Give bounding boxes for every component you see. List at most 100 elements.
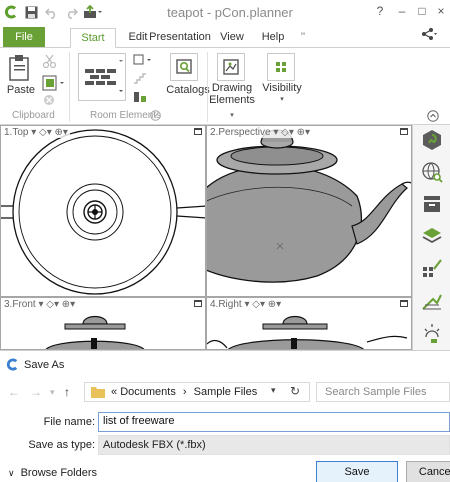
browse-folders-label: Browse Folders bbox=[20, 467, 98, 479]
tab-presentation[interactable]: Presentation bbox=[142, 28, 218, 48]
window-element-icon[interactable] bbox=[133, 54, 155, 69]
app-window: teapot - pCon.planner ? – □ × File Start… bbox=[0, 0, 450, 482]
share-icon[interactable] bbox=[418, 28, 440, 48]
viewport-top-name: 1.Top bbox=[4, 127, 29, 138]
file-name-field[interactable] bbox=[98, 412, 450, 432]
globe-search-icon[interactable] bbox=[421, 161, 443, 183]
dialog-navigation-bar: ← → ▾ ↑ « Documents › Sample Files ▾ ↻ bbox=[0, 379, 450, 405]
viewport-perspective-name: 2.Perspective bbox=[210, 127, 271, 138]
collapse-ribbon-icon[interactable] bbox=[427, 110, 439, 125]
redo-icon[interactable] bbox=[63, 4, 79, 20]
view-mode-icon[interactable]: ▾ ◇▾ ⊕▾ bbox=[38, 299, 75, 310]
title-bar: teapot - pCon.planner ? – □ × bbox=[0, 0, 450, 24]
visibility-button[interactable] bbox=[267, 53, 295, 81]
delete-icon[interactable] bbox=[42, 94, 56, 109]
folder-icon bbox=[91, 387, 105, 398]
export-icon[interactable] bbox=[82, 4, 104, 20]
stairs-icon[interactable] bbox=[133, 72, 147, 87]
address-bar[interactable]: « Documents › Sample Files ▾ ↻ bbox=[84, 382, 310, 402]
tab-view[interactable]: View bbox=[212, 28, 252, 48]
maximize-viewport-icon[interactable] bbox=[194, 128, 202, 135]
viewport-right-name: 4.Right bbox=[210, 299, 242, 310]
visibility-icon bbox=[276, 62, 286, 72]
dialog-title: Save As bbox=[24, 359, 65, 371]
cut-icon[interactable] bbox=[42, 54, 58, 71]
address-dropdown-icon[interactable]: ▾ bbox=[271, 385, 276, 396]
viewport-front[interactable]: 3.Front ▾ ◇▾ ⊕▾ bbox=[0, 297, 206, 350]
viewport-top[interactable]: 1.Top ▾ ◇▾ ⊕▾ bbox=[0, 125, 206, 297]
save-type-row: Save as type: Autodesk FBX (*.fbx) bbox=[0, 435, 450, 457]
layers-icon[interactable] bbox=[421, 225, 443, 247]
maximize-viewport-icon[interactable] bbox=[194, 300, 202, 307]
viewport-front-label: 3.Front ▾ ◇▾ ⊕▾ bbox=[4, 299, 78, 310]
tab-help[interactable]: Help bbox=[254, 28, 292, 48]
paste-label: Paste bbox=[6, 84, 36, 96]
maximize-viewport-icon[interactable] bbox=[400, 128, 408, 135]
help-button[interactable]: ? bbox=[372, 4, 388, 18]
wall-icon bbox=[85, 60, 123, 92]
view-mode-icon[interactable]: ▾ ◇▾ ⊕▾ bbox=[244, 299, 281, 310]
catalogs-button[interactable] bbox=[170, 53, 198, 81]
room-tools-icon[interactable] bbox=[133, 90, 147, 107]
save-type-label: Save as type: bbox=[28, 439, 95, 451]
recent-locations-icon[interactable]: ▾ bbox=[50, 387, 55, 398]
minimize-button[interactable]: – bbox=[394, 4, 410, 18]
sun-light-icon[interactable] bbox=[421, 321, 443, 343]
view-mode-icon[interactable]: ▾ ◇▾ ⊕▾ bbox=[273, 127, 310, 138]
teapot-perspective-drawing bbox=[207, 129, 411, 283]
viewport-right[interactable]: 4.Right ▾ ◇▾ ⊕▾ bbox=[206, 297, 412, 350]
paste-button[interactable] bbox=[8, 54, 32, 85]
save-button[interactable]: Save bbox=[316, 461, 398, 482]
right-toolbar bbox=[412, 125, 450, 350]
maximize-viewport-icon[interactable] bbox=[400, 300, 408, 307]
breadcrumb-sample-files[interactable]: Sample Files bbox=[194, 386, 258, 398]
search-input[interactable] bbox=[325, 386, 445, 398]
viewport-area: 1.Top ▾ ◇▾ ⊕▾ 2.Perspective ▾ ◇▾ ⊕▾ 3.Fr… bbox=[0, 125, 412, 350]
drawing-elements-label-line1: Drawing bbox=[211, 82, 253, 94]
viewport-right-label: 4.Right ▾ ◇▾ ⊕▾ bbox=[210, 299, 284, 310]
ribbon-panel: Paste Clipboard Room Elements Catalogs D… bbox=[0, 47, 450, 125]
material-editor-icon[interactable] bbox=[421, 257, 443, 279]
restore-button[interactable]: □ bbox=[414, 4, 430, 18]
dropdown-arrow-icon: ▾ bbox=[280, 96, 284, 103]
up-arrow-icon[interactable]: ↑ bbox=[64, 385, 70, 399]
dropdown-arrow-icon: ▾ bbox=[230, 112, 234, 119]
breadcrumb-documents[interactable]: Documents bbox=[120, 386, 176, 398]
cancel-button[interactable]: Cancel bbox=[406, 461, 450, 482]
teapot-top-drawing bbox=[1, 129, 205, 295]
undo-icon[interactable] bbox=[43, 4, 59, 20]
save-type-value: Autodesk FBX (*.fbx) bbox=[103, 439, 206, 451]
drawing-elements-label-line2: Elements bbox=[209, 94, 255, 106]
tab-overflow[interactable]: '' bbox=[296, 28, 310, 48]
tab-start[interactable]: Start bbox=[70, 28, 116, 48]
viewport-perspective-label: 2.Perspective ▾ ◇▾ ⊕▾ bbox=[210, 127, 313, 138]
viewport-top-label: 1.Top ▾ ◇▾ ⊕▾ bbox=[4, 127, 70, 138]
save-type-select[interactable]: Autodesk FBX (*.fbx) bbox=[98, 435, 450, 455]
window-title: teapot - pCon.planner bbox=[167, 5, 293, 20]
ribbon-tabs: File Start Edit Presentation View Help '… bbox=[0, 24, 450, 48]
chevron-down-icon: ∨ bbox=[8, 468, 15, 478]
room-elements-launcher-icon[interactable] bbox=[150, 110, 161, 124]
file-name-input[interactable] bbox=[103, 415, 443, 427]
view-mode-icon[interactable]: ▾ ◇▾ ⊕▾ bbox=[31, 127, 68, 138]
dialog-app-icon bbox=[6, 358, 19, 374]
forward-arrow-icon[interactable]: → bbox=[30, 385, 42, 399]
refresh-icon[interactable]: ↻ bbox=[290, 384, 300, 398]
drawing-elements-icon bbox=[223, 59, 239, 75]
group-separator bbox=[69, 52, 70, 122]
close-button[interactable]: × bbox=[433, 4, 449, 18]
paste-special-icon[interactable] bbox=[42, 75, 68, 94]
drawing-elements-button[interactable] bbox=[217, 53, 245, 81]
browse-folders-toggle[interactable]: ∨ Browse Folders bbox=[8, 467, 97, 479]
viewport-perspective[interactable]: 2.Perspective ▾ ◇▾ ⊕▾ bbox=[206, 125, 412, 297]
search-box[interactable] bbox=[316, 382, 450, 402]
save-as-dialog: Save As ← → ▾ ↑ « Documents › Sample Fil… bbox=[0, 350, 450, 482]
tab-file[interactable]: File bbox=[3, 27, 45, 48]
storage-box-icon[interactable] bbox=[421, 193, 443, 215]
wall-gallery[interactable] bbox=[78, 53, 126, 101]
measure-icon[interactable] bbox=[421, 289, 443, 311]
group-clipboard: Clipboard bbox=[12, 110, 55, 121]
back-arrow-icon[interactable]: ← bbox=[8, 385, 20, 399]
navigation-cube-icon[interactable] bbox=[421, 129, 443, 151]
save-icon[interactable] bbox=[23, 4, 39, 20]
